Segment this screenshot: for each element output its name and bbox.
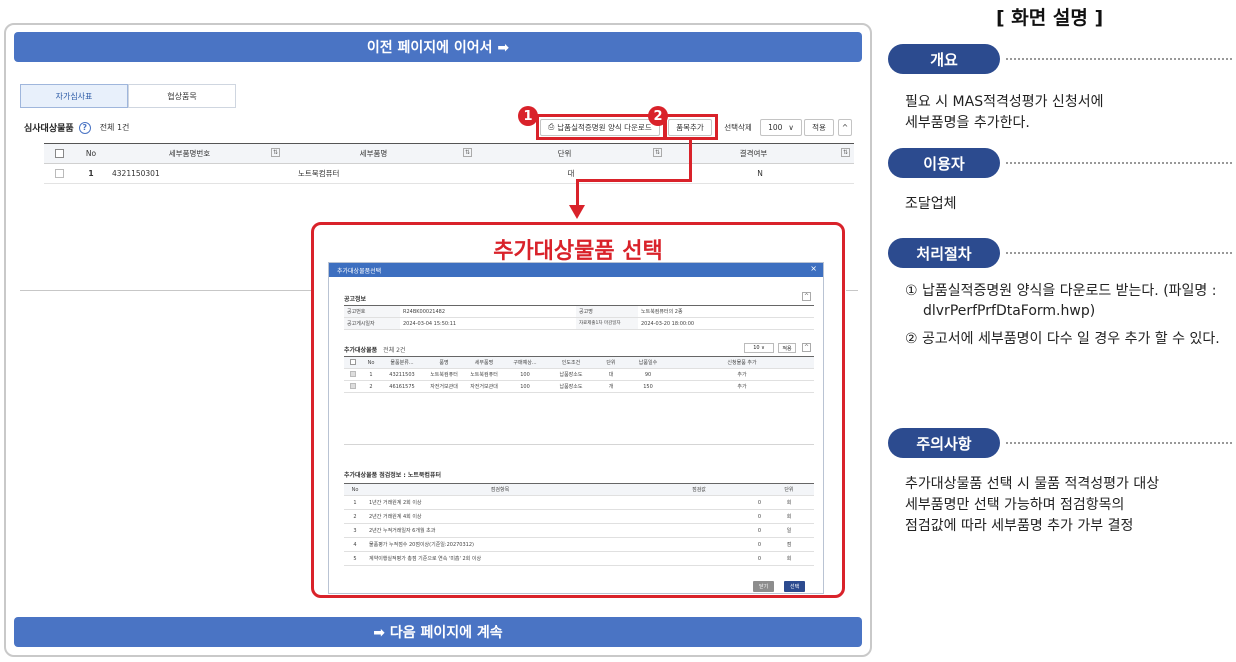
tab-self-review[interactable]: 자가심사표 (20, 84, 128, 108)
table-row: 5 계약이행실적평가 총점 기준으로 연속 '미흡' 2회 이상 0 회 (344, 551, 814, 566)
sort-icon[interactable]: ⇅ (462, 148, 472, 157)
user-label: 이용자 (888, 148, 1000, 178)
arrow-down-icon (569, 205, 585, 219)
modal-close-button[interactable]: 닫기 (753, 581, 775, 592)
collapse-button[interactable]: ^ (802, 292, 811, 301)
targets-table: No 물품분류... 품명 세부품명 구매예상... 인도조건 단위 납품일수 … (344, 356, 814, 393)
table-row[interactable]: 2 46161575 자전거보관대 자전거보관대 100 납품장소도 개 150… (344, 380, 814, 393)
select-all-checkbox[interactable] (344, 356, 362, 369)
popup-callout-title: 추가대상물품 선택 (493, 239, 663, 264)
col-no: No (74, 143, 108, 164)
description-title: [ 화면 설명 ] (996, 7, 1104, 29)
col-code[interactable]: 세부품명번호 ⇅ (108, 143, 284, 164)
user-text: 조달업체 (905, 196, 957, 212)
collapse-button[interactable]: ^ (838, 118, 852, 136)
table-row[interactable]: 1 43211503 노트북컴퓨터 노트북컴퓨터 100 납품장소도 대 90 … (344, 368, 814, 381)
chevron-down-icon: ∨ (788, 122, 794, 132)
dotted-divider (1006, 58, 1232, 60)
list-header: 심사대상물품 ? 전체 1건 (24, 121, 129, 134)
continue-to-next-banner: ➡ 다음 페이지에 계속 (14, 617, 862, 647)
list-title: 심사대상물품 (24, 124, 74, 134)
select-all-checkbox[interactable] (44, 143, 74, 164)
close-icon[interactable]: × (810, 264, 817, 273)
row-checkbox[interactable] (350, 382, 356, 389)
dotted-divider (1006, 252, 1232, 254)
sort-icon[interactable]: ⇅ (652, 148, 662, 157)
procedure-label: 처리절차 (888, 238, 1000, 268)
dotted-divider (1006, 162, 1232, 164)
highlight-add-item (664, 114, 718, 140)
procedure-list: ① 납품실적증명원 양식을 다운로드 받는다. (파일명 : dlvrPerfP… (905, 281, 1233, 349)
connector-line (576, 179, 692, 182)
inspection-table: No 점검항목 점검값 단위 1 1년간 거래원계 2회 이상 0 회 2 2년… (344, 483, 814, 566)
row-checkbox[interactable] (44, 163, 74, 184)
caution-label: 주의사항 (888, 428, 1000, 458)
col-unit[interactable]: 단위 ⇅ (476, 143, 666, 164)
inspection-section-title: 추가대상물품 점검정보 : 노트북컴퓨터 (344, 472, 441, 479)
col-name[interactable]: 세부품명 ⇅ (284, 143, 476, 164)
list-count: 전체 1건 (99, 123, 130, 132)
overview-label: 개요 (888, 44, 1000, 74)
notice-section-title: 공고정보 (344, 296, 367, 303)
step-badge-2: 2 (648, 106, 668, 126)
delete-selected-button[interactable]: 선택삭제 (718, 118, 758, 136)
connector-line (576, 179, 579, 207)
table-row: 3 2년간 누적거래일자 6개월 초과 0 일 (344, 523, 814, 538)
modal-title: 추가대상물품선택 (337, 267, 382, 275)
review-items-table: No 세부품명번호 ⇅ 세부품명 ⇅ 단위 ⇅ 결격여부 ⇅ 1 4321150301 … (44, 143, 854, 184)
sort-icon[interactable]: ⇅ (840, 148, 850, 157)
divider (344, 444, 814, 445)
apply-button[interactable]: 적용 (804, 118, 834, 136)
continue-from-previous-banner: 이전 페이지에 이어서 ➡ (14, 32, 862, 62)
tab-negotiation-items[interactable]: 협상품목 (128, 84, 236, 108)
procedure-item: ② 공고서에 세부품명이 다수 일 경우 추가 할 수 있다. (905, 331, 1220, 347)
tab-bar: 자가심사표 협상품목 (20, 84, 236, 108)
collapse-button[interactable]: ^ (802, 343, 811, 352)
table-row[interactable]: 1 4321150301 노트북컴퓨터 대 N (44, 163, 854, 184)
divider (846, 290, 858, 291)
table-row: 4 물품평가 누적점수 20점이상(기준일:20270312) 0 점 (344, 537, 814, 552)
highlight-download (536, 114, 666, 140)
modal-select-button[interactable]: 선택 (784, 581, 806, 592)
divider (20, 290, 312, 291)
row-checkbox[interactable] (350, 370, 356, 377)
page-size-select[interactable]: 100 ∨ (760, 118, 802, 136)
caution-text: 추가대상물품 선택 시 물품 적격성평가 대상 세부품명만 선택 가능하며 점검… (905, 476, 1160, 534)
modal-header: 추가대상물품선택 × (329, 263, 823, 277)
targets-page-size-select[interactable]: 10 ∨ (744, 343, 774, 353)
connector-line (689, 140, 692, 182)
col-status[interactable]: 결격여부 ⇅ (666, 143, 854, 164)
sort-icon[interactable]: ⇅ (270, 148, 280, 157)
dotted-divider (1006, 442, 1232, 444)
step-badge-1: 1 (518, 106, 538, 126)
overview-text: 필요 시 MAS적격성평가 신청서에 세부품명을 추가한다. (905, 94, 1104, 131)
table-row: 2 2년간 거래원계 4회 이상 0 회 (344, 509, 814, 524)
add-link[interactable]: 추가 (670, 368, 814, 381)
targets-section-title: 추가대상물품 전체 2건 (344, 347, 406, 354)
targets-apply-button[interactable]: 적용 (778, 343, 796, 353)
add-link[interactable]: 추가 (670, 380, 814, 393)
procedure-item: ① 납품실적증명원 양식을 다운로드 받는다. (파일명 : dlvrPerfP… (905, 283, 1217, 319)
notice-info-table: 공고번호 R24BK00021482 공고명 노트북컴퓨터의 2종 공고게시일자… (344, 305, 814, 330)
table-row: 1 1년간 거래원계 2회 이상 0 회 (344, 495, 814, 510)
help-icon[interactable]: ? (78, 121, 91, 134)
